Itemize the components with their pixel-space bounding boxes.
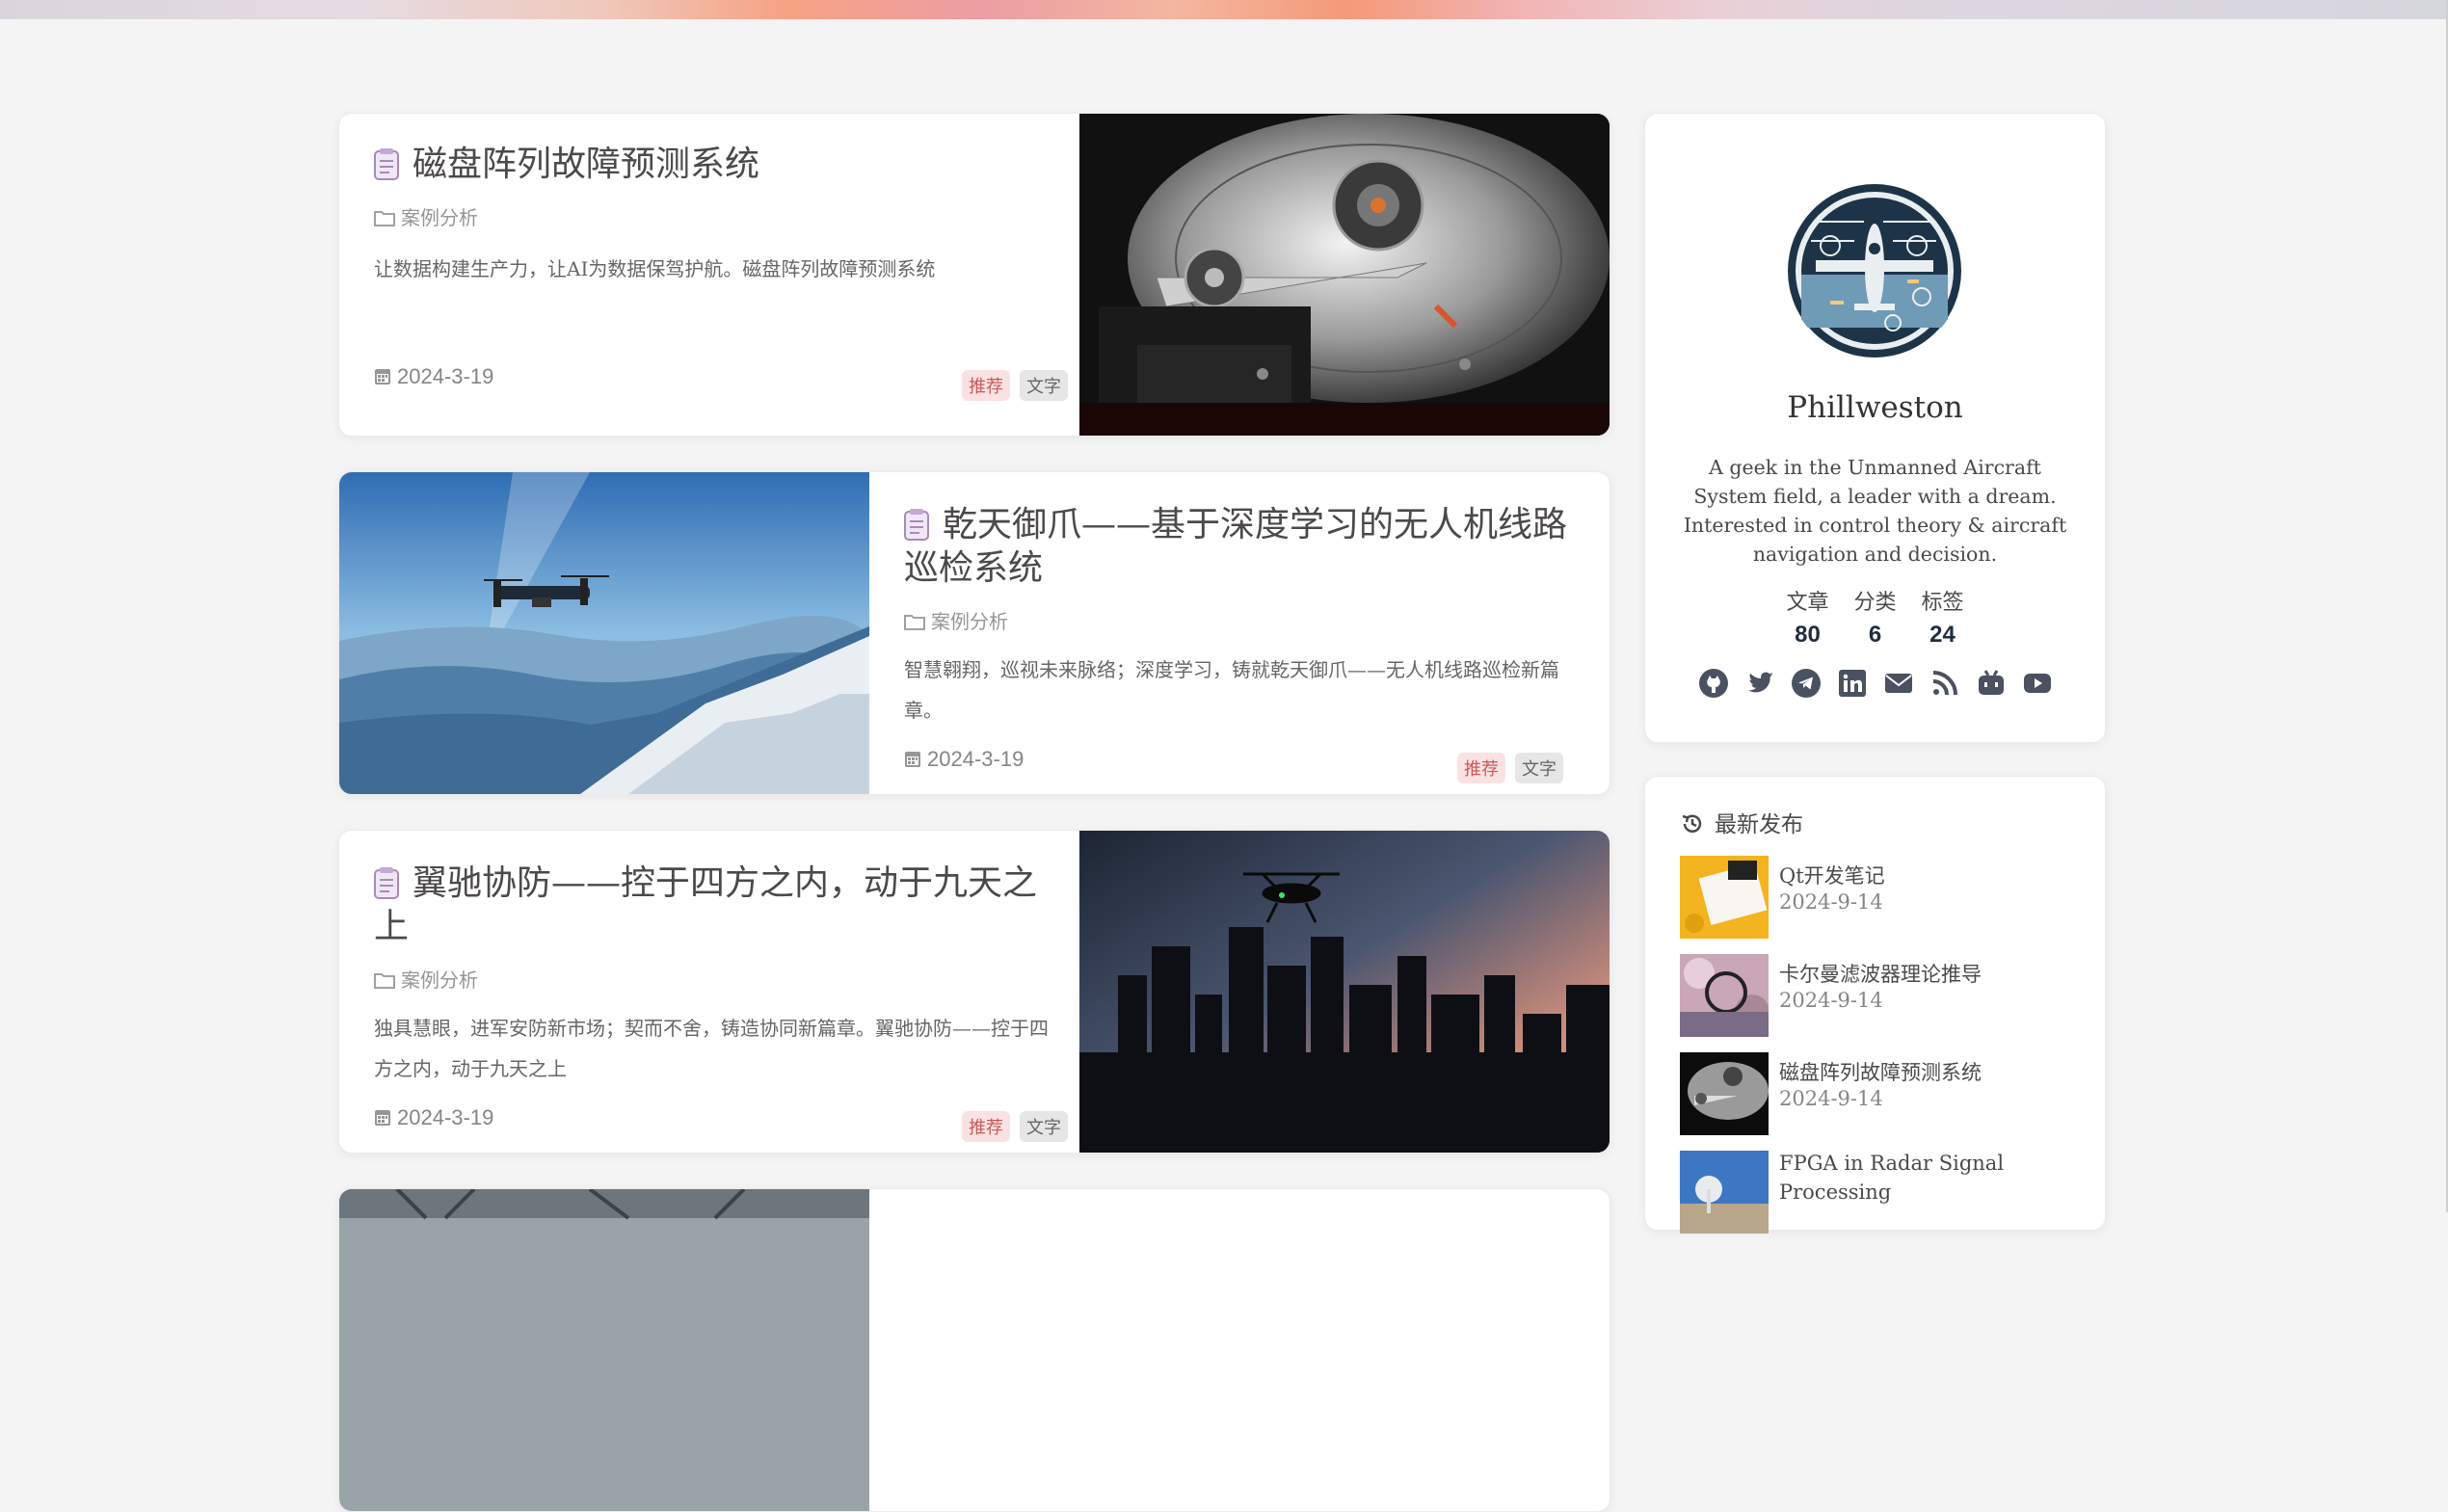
- post-cover-image[interactable]: [1079, 831, 1610, 1153]
- tag-text[interactable]: 文字: [1020, 1111, 1068, 1142]
- post-category[interactable]: 案例分析: [374, 965, 478, 993]
- linkedin-icon[interactable]: [1837, 668, 1868, 699]
- post-excerpt: 让数据构建生产力，让AI为数据保驾护航。磁盘阵列故障预测系统: [374, 257, 936, 280]
- header-banner: [0, 0, 2448, 19]
- recent-post-title[interactable]: Qt开发笔记: [1779, 862, 2085, 890]
- hard-drive-image: [1079, 114, 1610, 436]
- folder-icon: [904, 615, 925, 630]
- post-card[interactable]: 磁盘阵列故障预测系统 案例分析 让数据构建生产力，让AI为数据保驾护航。磁盘阵列…: [338, 113, 1610, 437]
- folder-icon: [374, 973, 395, 989]
- stat-value: 6: [1868, 622, 1882, 648]
- recent-post-title[interactable]: 磁盘阵列故障预测系统: [1779, 1058, 2085, 1087]
- post-title-text[interactable]: 磁盘阵列故障预测系统: [412, 145, 759, 184]
- stat-value: 80: [1795, 622, 1821, 648]
- drone-over-city-image: [1079, 831, 1610, 1153]
- stat-label: 文章: [1786, 591, 1829, 615]
- post-excerpt: 智慧翱翔，巡视未来脉络；深度学习，铸就乾天御爪——无人机线路巡检新篇章。: [904, 658, 1559, 722]
- calendar-icon: [375, 369, 390, 385]
- post-tags: 推荐 文字: [952, 1111, 1068, 1142]
- author-name: Phillweston: [1787, 390, 1963, 425]
- history-icon: [1682, 814, 1702, 833]
- stat-value: 24: [1929, 622, 1956, 648]
- post-cover-image[interactable]: [339, 472, 869, 794]
- post-cover-partial-image: [339, 1189, 869, 1511]
- post-cover-image[interactable]: [1079, 114, 1610, 436]
- recent-post-thumbnail[interactable]: [1680, 856, 1769, 939]
- twitter-icon[interactable]: [1744, 668, 1775, 699]
- telegram-icon[interactable]: [1791, 668, 1822, 699]
- radar-fpga-thumbnail-image: [1680, 1151, 1769, 1233]
- qt-notes-thumbnail-image: [1680, 856, 1769, 939]
- recent-post-thumbnail[interactable]: [1680, 1151, 1769, 1233]
- recent-post-date: 2024-9-14: [1779, 989, 1883, 1012]
- calendar-icon: [905, 752, 920, 767]
- post-tags: 推荐 文字: [952, 370, 1068, 401]
- recent-post-date: 2024-9-14: [1779, 1087, 1883, 1110]
- recent-post-item[interactable]: FPGA in Radar Signal Processing: [1680, 1151, 2085, 1233]
- post-card[interactable]: [338, 1188, 1610, 1512]
- folder-icon: [374, 211, 395, 226]
- tag-recommend[interactable]: 推荐: [1457, 753, 1505, 783]
- drone-over-mountains-image: [339, 472, 869, 794]
- document-icon: [904, 509, 929, 541]
- post-card[interactable]: 翼驰协防——控于四方之内，动于九天之上 案例分析 独具慧眼，进军安防新市场；契而…: [338, 830, 1610, 1154]
- post-category-label[interactable]: 案例分析: [401, 968, 478, 992]
- youtube-icon[interactable]: [2022, 668, 2053, 699]
- post-cover-image[interactable]: [339, 1189, 869, 1511]
- post-date: 2024-3-19: [904, 747, 1024, 772]
- post-date-text: 2024-3-19: [397, 1105, 494, 1129]
- recent-post-thumbnail[interactable]: [1680, 1052, 1769, 1135]
- post-date: 2024-3-19: [374, 364, 493, 389]
- email-icon[interactable]: [1883, 668, 1914, 699]
- post-date-text: 2024-3-19: [397, 364, 494, 388]
- post-title[interactable]: 翼驰协防——控于四方之内，动于九天之上: [374, 862, 1068, 948]
- github-icon[interactable]: [1698, 668, 1729, 699]
- post-title[interactable]: 磁盘阵列故障预测系统: [374, 143, 1068, 186]
- stat-label: 分类: [1853, 591, 1897, 615]
- post-date: 2024-3-19: [374, 1105, 493, 1130]
- avatar[interactable]: [1787, 183, 1962, 358]
- post-excerpt: 独具慧眼，进军安防新市场；契而不舍，铸造协同新篇章。翼驰协防——控于四方之内，动…: [374, 1017, 1049, 1080]
- stat-categories[interactable]: 分类 6: [1853, 585, 1896, 649]
- recent-posts-heading: 最新发布: [1680, 806, 1803, 838]
- author-description: A geek in the Unmanned Aircraft System f…: [1683, 456, 2067, 566]
- post-title-text[interactable]: 乾天御爪——基于深度学习的无人机线路巡检系统: [904, 505, 1567, 588]
- document-icon: [374, 867, 399, 899]
- post-title[interactable]: 乾天御爪——基于深度学习的无人机线路巡检系统: [904, 503, 1579, 590]
- recent-post-item[interactable]: Qt开发笔记 2024-9-14: [1680, 856, 2085, 939]
- kalman-filter-thumbnail-image: [1680, 954, 1769, 1037]
- stat-articles[interactable]: 文章 80: [1786, 585, 1828, 649]
- recent-posts-card: 最新发布 Qt开发笔记 2024-9-14 卡尔曼滤波器理论推导 2024-9-…: [1644, 776, 2106, 1233]
- post-title-text[interactable]: 翼驰协防——控于四方之内，动于九天之上: [374, 863, 1037, 946]
- hard-drive-thumbnail-image: [1680, 1052, 1769, 1135]
- recent-post-date: 2024-9-14: [1779, 890, 1883, 914]
- document-icon: [374, 148, 399, 180]
- aircraft-avatar-image: [1788, 184, 1961, 358]
- rss-icon[interactable]: [1929, 668, 1960, 699]
- tag-text[interactable]: 文字: [1020, 370, 1068, 401]
- tag-recommend[interactable]: 推荐: [962, 1111, 1010, 1142]
- recent-post-title[interactable]: 卡尔曼滤波器理论推导: [1779, 960, 2085, 989]
- author-card: Phillweston A geek in the Unmanned Aircr…: [1644, 113, 2106, 743]
- post-category[interactable]: 案例分析: [904, 606, 1008, 634]
- recent-post-item[interactable]: 磁盘阵列故障预测系统 2024-9-14: [1680, 1052, 2085, 1135]
- post-card[interactable]: 乾天御爪——基于深度学习的无人机线路巡检系统 案例分析 智慧翱翔，巡视未来脉络；…: [338, 471, 1610, 795]
- recent-posts-heading-text: 最新发布: [1715, 812, 1803, 837]
- post-category-label[interactable]: 案例分析: [401, 206, 478, 229]
- author-stats: 文章 80 分类 6 标签 24: [1645, 585, 2105, 649]
- recent-post-thumbnail[interactable]: [1680, 954, 1769, 1037]
- post-tags: 推荐 文字: [1448, 753, 1563, 783]
- bilibili-icon[interactable]: [1976, 668, 2007, 699]
- recent-post-title[interactable]: FPGA in Radar Signal Processing: [1779, 1149, 2085, 1207]
- tag-recommend[interactable]: 推荐: [962, 370, 1010, 401]
- post-category-label[interactable]: 案例分析: [931, 610, 1008, 633]
- calendar-icon: [375, 1110, 390, 1126]
- tag-text[interactable]: 文字: [1515, 753, 1563, 783]
- stat-tags[interactable]: 标签 24: [1922, 585, 1964, 649]
- social-links: [1645, 668, 2105, 699]
- post-date-text: 2024-3-19: [927, 747, 1024, 771]
- stat-label: 标签: [1921, 591, 1964, 615]
- post-category[interactable]: 案例分析: [374, 202, 478, 230]
- recent-post-item[interactable]: 卡尔曼滤波器理论推导 2024-9-14: [1680, 954, 2085, 1037]
